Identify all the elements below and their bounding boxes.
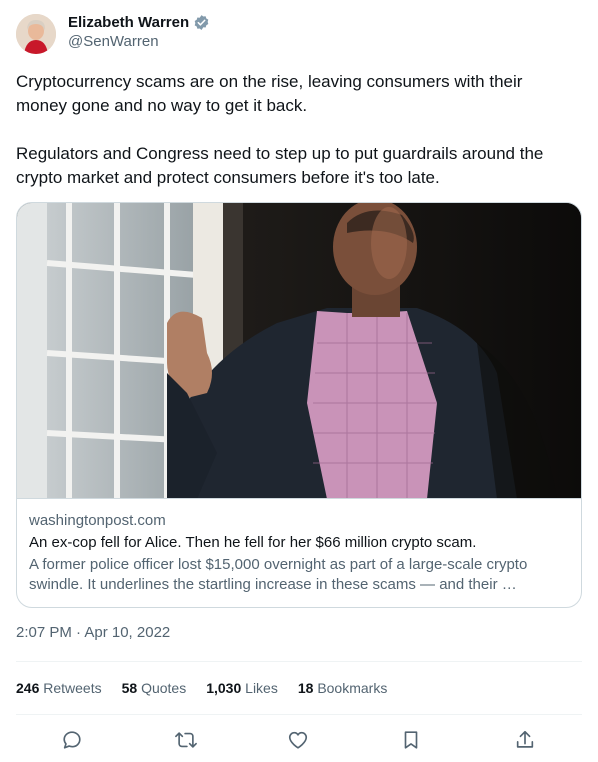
card-domain[interactable]: washingtonpost.com [29,511,569,531]
bookmarks-count: 18 [297,680,314,696]
quotes-stat[interactable]: 58 Quotes [122,680,187,696]
engagement-stats: 246 Retweets 58 Quotes 1,030 Likes 18 Bo… [16,676,407,700]
link-card[interactable]: washingtonpost.com An ex-cop fell for Al… [16,202,582,608]
likes-label: Likes [245,680,278,696]
reply-icon [63,731,81,749]
retweets-stat[interactable]: 246 Retweets [16,680,102,696]
likes-stat[interactable]: 1,030 Likes [206,680,278,696]
bookmark-button[interactable] [397,726,425,754]
likes-count: 1,030 [206,680,242,696]
card-photo [17,203,581,498]
card-image[interactable] [17,203,581,499]
retweets-count: 246 [16,680,40,696]
tweet-timestamp[interactable]: 2:07 PM · Apr 10, 2022 [16,624,170,641]
share-button[interactable] [511,726,539,754]
bookmarks-stat[interactable]: 18 Bookmarks [298,680,388,696]
reply-button[interactable] [58,726,86,754]
tweet-actions [16,726,582,754]
bookmarks-label: Bookmarks [317,680,388,696]
author-handle[interactable]: @SenWarren [68,33,159,50]
share-icon [516,730,534,748]
retweet-button[interactable] [172,726,200,754]
like-button[interactable] [284,726,312,754]
tweet-paragraph: Cryptocurrency scams are on the rise, le… [16,72,523,115]
divider [16,714,582,715]
avatar-image [16,14,56,54]
tweet-header: Elizabeth Warren @SenWarren [16,12,582,56]
author-name[interactable]: Elizabeth Warren [68,14,189,31]
tweet-text: Cryptocurrency scams are on the rise, le… [16,70,576,190]
card-title[interactable]: An ex-cop fell for Alice. Then he fell f… [29,533,569,553]
retweets-label: Retweets [43,680,102,696]
verified-badge-icon [194,14,209,30]
card-description[interactable]: A former police officer lost $15,000 ove… [29,555,569,595]
avatar[interactable] [16,14,56,54]
quotes-label: Quotes [141,680,187,696]
retweet-icon [175,732,197,748]
divider [16,661,582,662]
quotes-count: 58 [121,680,138,696]
like-icon [288,731,308,749]
tweet-paragraph: Regulators and Congress need to step up … [16,144,544,187]
bookmark-icon [404,731,418,749]
